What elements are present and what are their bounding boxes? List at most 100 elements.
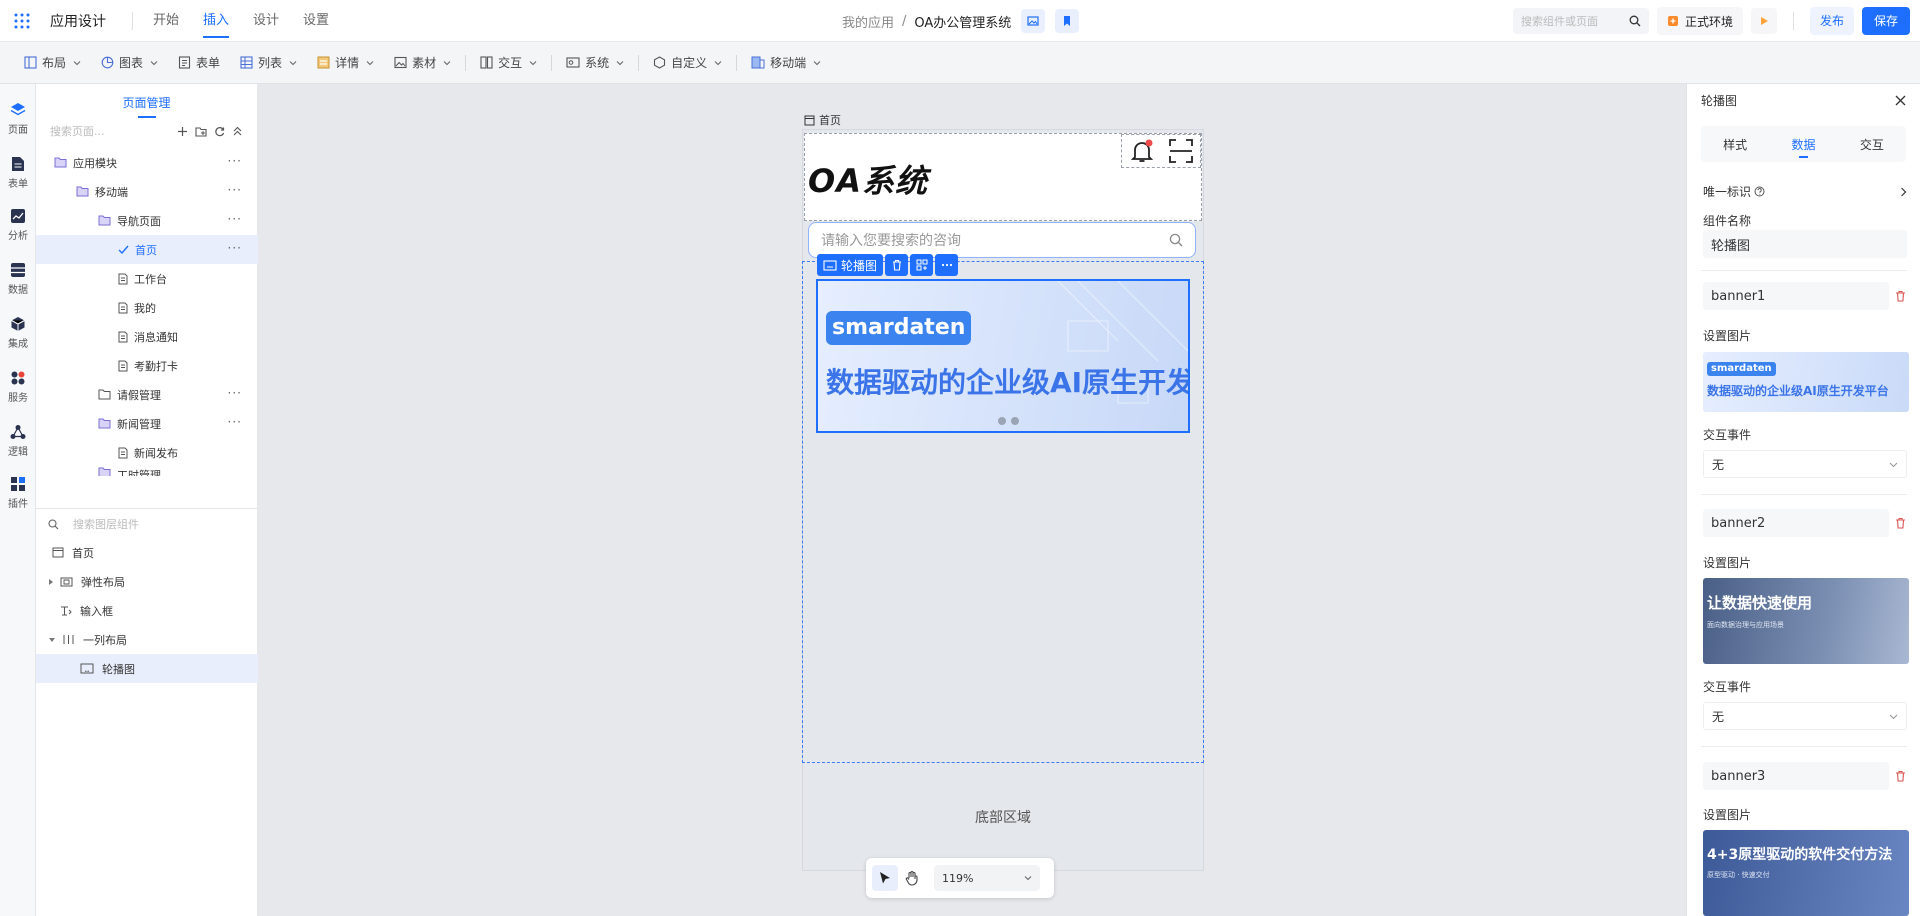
publish-button[interactable]: 发布 (1809, 7, 1854, 35)
tree-item-nav-page[interactable]: 导航页面 ··· (36, 206, 258, 235)
app-grid-icon[interactable] (14, 13, 40, 29)
toolbar-chart[interactable]: 图表 (91, 48, 168, 78)
unique-id-row[interactable]: 唯一标识 (1703, 183, 1907, 200)
tree-item-workbench[interactable]: 工作台 (36, 264, 258, 293)
environment-button[interactable]: 正式环境 (1656, 7, 1743, 35)
tab-start[interactable]: 开始 (141, 0, 191, 42)
environment-label: 正式环境 (1684, 14, 1733, 29)
tab-settings[interactable]: 设置 (291, 0, 341, 42)
component-tag[interactable]: 轮播图 (817, 254, 884, 276)
save-button[interactable]: 保存 (1861, 7, 1910, 35)
header-icons[interactable] (1121, 134, 1201, 168)
close-icon[interactable] (1895, 95, 1906, 106)
tab-insert[interactable]: 插入 (191, 0, 241, 42)
tree-item-attendance[interactable]: 考勤打卡 (36, 351, 258, 380)
toolbar-list[interactable]: 列表 (230, 48, 307, 78)
rail-service[interactable]: 服务 (0, 370, 36, 404)
layer-carousel[interactable]: 轮播图 (36, 654, 258, 683)
toolbar-form[interactable]: 表单 (168, 48, 230, 78)
rail-data[interactable]: 数据 (0, 262, 36, 296)
property-panel-header: 轮播图 (1687, 84, 1920, 116)
more-icon[interactable]: ··· (228, 241, 242, 255)
layer-input[interactable]: 输入框 (36, 596, 258, 625)
tree-item-home[interactable]: 首页 ··· (36, 235, 258, 264)
tree-item-mobile[interactable]: 移动端 ··· (36, 177, 258, 206)
tab-style[interactable]: 样式 (1701, 126, 1769, 162)
delete-component-button[interactable] (885, 254, 909, 276)
run-button[interactable] (1750, 8, 1777, 34)
toolbar-system[interactable]: 系统 (556, 48, 634, 78)
trash-icon[interactable] (1895, 290, 1906, 302)
tree-item-news[interactable]: 新闻管理 ··· (36, 409, 258, 438)
plus-icon[interactable] (177, 126, 188, 137)
preview-button[interactable] (1021, 9, 1046, 33)
tab-interaction[interactable]: 交互 (1838, 126, 1906, 162)
banner1-name-input[interactable]: banner1 (1703, 282, 1889, 310)
more-icon[interactable]: ··· (228, 386, 242, 400)
rail-integration[interactable]: 集成 (0, 316, 36, 350)
carousel-dot[interactable] (1011, 417, 1019, 425)
page-search-input[interactable]: 搜索页面... (36, 120, 257, 142)
layer-home[interactable]: 首页 (36, 538, 258, 567)
select-tool-button[interactable] (872, 865, 898, 891)
banner3-thumbnail[interactable]: 4+3原型驱动的软件交付方法 原型驱动 · 快速交付 (1703, 830, 1909, 916)
trash-icon[interactable] (1895, 770, 1906, 782)
tree-item-mine[interactable]: 我的 (36, 293, 258, 322)
more-icon[interactable]: ··· (228, 154, 242, 168)
refresh-icon[interactable] (214, 126, 225, 137)
banner-brand-pill: smardaten (826, 311, 972, 345)
divider (465, 54, 467, 71)
trash-icon[interactable] (1895, 517, 1906, 529)
more-icon[interactable]: ··· (228, 183, 242, 197)
rail-plugin[interactable]: 插件 (0, 476, 36, 510)
collapse-icon[interactable] (232, 126, 243, 137)
component-layout-button[interactable] (910, 254, 934, 276)
more-icon[interactable]: ··· (228, 212, 242, 226)
toolbar-interaction[interactable]: 交互 (470, 48, 547, 78)
tree-item-leave[interactable]: 请假管理 ··· (36, 380, 258, 409)
toolbar-detail[interactable]: 详情 (307, 48, 384, 78)
component-search-input[interactable]: 搜索组件或页面 (1512, 8, 1649, 34)
layer-single-column[interactable]: 一列布局 (36, 625, 258, 654)
layer-label: 首页 (72, 546, 94, 560)
layer-search-input[interactable]: 搜索图层组件 (36, 509, 257, 539)
banner1-thumbnail[interactable]: smardaten 数据驱动的企业级AI原生开发平台 (1703, 352, 1909, 412)
tree-label: 工作台 (134, 272, 167, 286)
banner2-name-input[interactable]: banner2 (1703, 509, 1889, 537)
component-tag-label: 轮播图 (841, 258, 878, 273)
add-folder-icon[interactable] (195, 126, 207, 137)
bookmark-button[interactable] (1055, 9, 1080, 33)
carousel-banner[interactable]: smardaten 数据驱动的企业级AI原生开发平台 (816, 279, 1190, 433)
toolbar-custom[interactable]: 自定义 (643, 48, 732, 78)
carousel-dot[interactable] (998, 417, 1006, 425)
footer-area[interactable]: 底部区域 (802, 763, 1204, 871)
toolbar-material[interactable]: 素材 (384, 48, 461, 78)
rail-analysis[interactable]: 分析 (0, 208, 36, 242)
tree-item-hours[interactable]: 工时管理 (36, 467, 258, 476)
tree-item-news-publish[interactable]: 新闻发布 (36, 438, 258, 467)
rail-logic[interactable]: 逻辑 (0, 424, 36, 458)
zoom-select[interactable]: 119% (934, 865, 1040, 891)
breadcrumb-root[interactable]: 我的应用 (842, 12, 894, 31)
component-name-input[interactable]: 轮播图 (1703, 230, 1907, 258)
more-icon[interactable]: ··· (228, 415, 242, 429)
banner2-thumbnail[interactable]: 让数据快速使用 面向数据治理与应用场景 (1703, 578, 1909, 664)
banner2-event-select[interactable]: 无 (1703, 702, 1907, 730)
rail-page[interactable]: 页面 (0, 102, 36, 136)
banner1-event-select[interactable]: 无 (1703, 450, 1907, 478)
component-more-button[interactable] (935, 254, 959, 276)
tab-data[interactable]: 数据 (1769, 126, 1837, 162)
mobile-search-input[interactable]: 请输入您要搜索的咨询 (808, 222, 1196, 258)
toolbar-label: 移动端 (770, 56, 807, 70)
chevron-down-icon (813, 60, 821, 65)
pan-tool-button[interactable] (904, 870, 920, 886)
tab-design[interactable]: 设计 (241, 0, 291, 42)
tree-item-notification[interactable]: 消息通知 (36, 322, 258, 351)
toolbar-mobile[interactable]: 移动端 (741, 48, 831, 78)
toolbar-layout[interactable]: 布局 (14, 48, 91, 78)
rail-form[interactable]: 表单 (0, 156, 36, 190)
tree-item-app-module[interactable]: 应用模块 ··· (36, 148, 258, 177)
carousel-indicators[interactable] (998, 417, 1019, 425)
layer-flex-layout[interactable]: 弹性布局 (36, 567, 258, 596)
banner3-name-input[interactable]: banner3 (1703, 762, 1889, 790)
